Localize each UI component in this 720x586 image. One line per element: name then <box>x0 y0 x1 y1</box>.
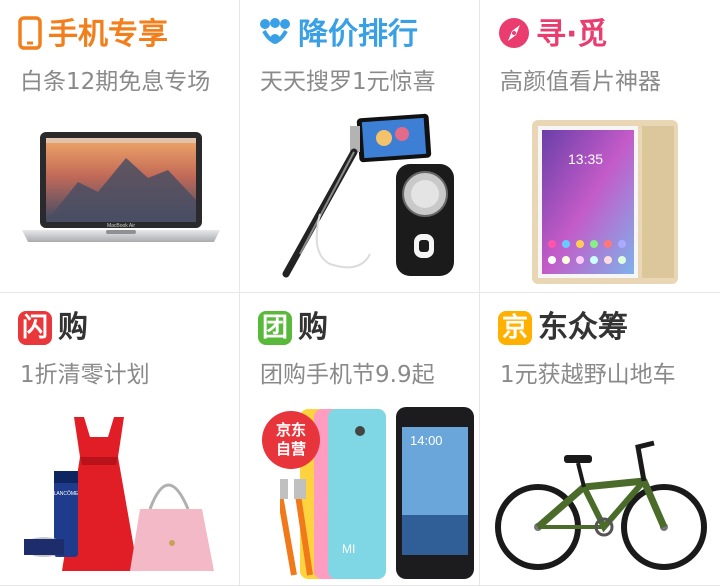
tile-title: 购 <box>58 310 88 345</box>
tablet-image: 13:35 <box>532 120 678 284</box>
tile-price-drop-ranking[interactable]: 降价排行 天天搜罗1元惊喜 <box>240 0 480 293</box>
dress-cosmetics-image: LANCÔME <box>24 417 214 571</box>
mountain-bike-image <box>495 440 707 570</box>
tablet-clock: 13:35 <box>568 151 603 167</box>
tile-subtitle: 天天搜罗1元惊喜 <box>260 69 436 95</box>
selfie-stick-image <box>282 113 454 278</box>
sticker-line2: 自营 <box>275 440 306 458</box>
tile-badge: 京 <box>498 311 532 345</box>
trophy-icon <box>258 17 292 53</box>
sticker-line1: 京东 <box>275 421 306 439</box>
compass-icon <box>498 17 530 53</box>
tile-header: 团 购 <box>258 309 328 347</box>
tile-title: 手机专享 <box>48 17 168 52</box>
tile-header: 手机专享 <box>18 16 168 54</box>
tile-header: 降价排行 <box>258 16 418 54</box>
tile-subtitle: 团购手机节9.9起 <box>260 362 435 388</box>
tile-title: 寻·觅 <box>536 17 608 52</box>
tile-title: 购 <box>298 310 328 345</box>
tile-group-buy[interactable]: 团 购 团购手机节9.9起 MI 14:00 京东 自营 <box>240 293 480 586</box>
phone-icon <box>18 16 42 54</box>
tile-seek[interactable]: 寻·觅 高颜值看片神器 13:35 <box>480 0 720 293</box>
phone-clock: 14:00 <box>410 433 443 448</box>
tile-header: 京 东众筹 <box>498 309 628 347</box>
tile-header: 闪 购 <box>18 309 88 347</box>
tile-title: 降价排行 <box>298 17 418 52</box>
jd-self-operated-sticker: 京东 自营 <box>262 411 320 469</box>
tile-phone-exclusive[interactable]: 手机专享 白条12期免息专场 MacBook Air <box>0 0 240 293</box>
promo-grid: 手机专享 白条12期免息专场 MacBook Air 降价排行 天天搜罗1元惊喜… <box>0 0 720 586</box>
tile-subtitle: 高颜值看片神器 <box>500 69 661 95</box>
tile-flash-sale[interactable]: 闪 购 1折清零计划 LANCÔME <box>0 293 240 586</box>
tile-header: 寻·觅 <box>498 16 607 54</box>
tile-jd-crowdfunding[interactable]: 京 东众筹 1元获越野山地车 <box>480 293 720 586</box>
laptop-brand: MacBook Air <box>107 223 135 229</box>
tile-subtitle: 1元获越野山地车 <box>500 362 676 388</box>
laptop-image: MacBook Air <box>22 132 220 242</box>
cosmetic-brand: LANCÔME <box>54 490 79 497</box>
phone-brand: MI <box>342 542 355 556</box>
tile-badge: 闪 <box>18 311 52 345</box>
tile-subtitle: 1折清零计划 <box>20 362 150 388</box>
tile-badge: 团 <box>258 311 292 345</box>
tile-subtitle: 白条12期免息专场 <box>20 69 211 95</box>
tile-title: 东众筹 <box>538 310 628 345</box>
